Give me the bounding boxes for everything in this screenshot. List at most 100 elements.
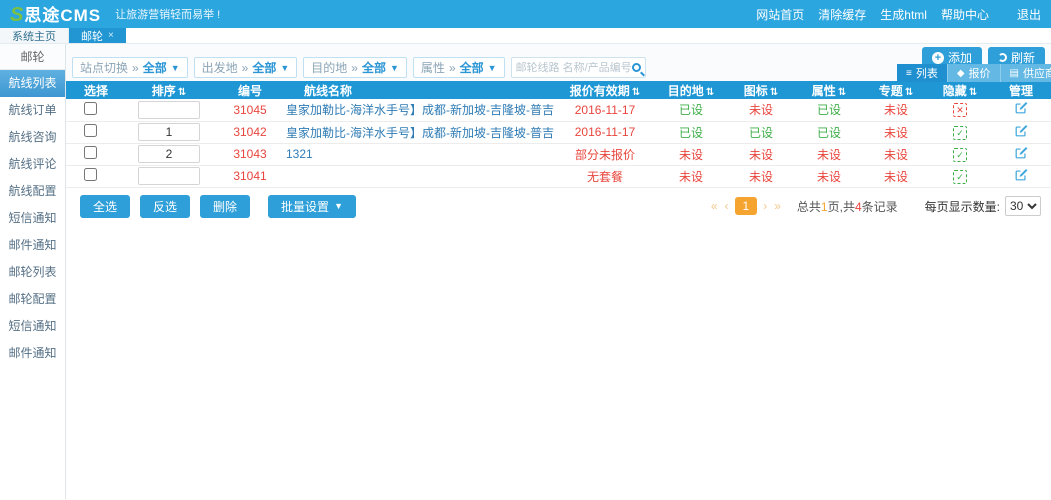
hidden-toggle[interactable]: ✕ [953, 103, 967, 117]
sidebar-item-route-config[interactable]: 航线配置 [0, 178, 65, 205]
sidebar-item-mail-notify[interactable]: 邮件通知 [0, 232, 65, 259]
sort-input[interactable] [138, 167, 200, 185]
sidebar-item-route-reviews[interactable]: 航线评论 [0, 151, 65, 178]
sort-icon[interactable]: ⇅ [770, 87, 778, 98]
sort-icon[interactable]: ⇅ [178, 87, 186, 98]
topic-flag: 未设 [863, 121, 929, 143]
link-generate-html[interactable]: 生成html [880, 6, 927, 23]
destination-flag: 已设 [655, 99, 727, 121]
sort-icon[interactable]: ⇅ [706, 87, 714, 98]
select-all-button[interactable]: 全选 [80, 195, 130, 218]
filter-attribute[interactable]: 属性 » 全部 ▼ [413, 57, 505, 78]
per-page-select[interactable]: 30 [1005, 196, 1041, 216]
hidden-toggle[interactable]: ✓ [953, 126, 967, 140]
icon-flag: 未设 [727, 143, 795, 165]
edit-icon[interactable] [1014, 101, 1028, 118]
edit-icon[interactable] [1014, 168, 1028, 185]
icon-flag: 已设 [727, 121, 795, 143]
quote-validity: 部分未报价 [555, 143, 655, 165]
route-table: 选择 排序⇅ 编号 航线名称 报价有效期⇅ 目的地⇅ 图标⇅ 属性⇅ 专题⇅ 隐… [66, 81, 1051, 188]
invert-selection-button[interactable]: 反选 [140, 195, 190, 218]
sidebar-item-route-orders[interactable]: 航线订单 [0, 97, 65, 124]
view-quote-button[interactable]: ◆ 报价 [947, 64, 1000, 82]
tab-cruise[interactable]: 邮轮 × [69, 28, 126, 43]
route-code: 31042 [214, 121, 286, 143]
sidebar-item-cruise-config[interactable]: 邮轮配置 [0, 286, 65, 313]
chevron-down-icon: ▼ [334, 201, 343, 211]
link-logout[interactable]: 退出 [1017, 6, 1041, 23]
col-attribute: 属性⇅ [795, 81, 863, 99]
tab-close-icon[interactable]: × [108, 30, 114, 41]
record-summary: 总共1页,共4条记录 [797, 198, 898, 215]
list-icon: ≡ [906, 68, 912, 79]
route-code: 31045 [214, 99, 286, 121]
sidebar-item-sms-notify-2[interactable]: 短信通知 [0, 313, 65, 340]
prev-page-icon[interactable]: ‹ [724, 199, 730, 213]
logo-text: 思途CMS [24, 1, 101, 26]
hidden-toggle[interactable]: ✓ [953, 148, 967, 162]
route-name-link[interactable]: 皇家加勒比-海洋水手号】成都-新加坡-吉隆坡-普吉岛-新加坡-成都 5晚6日游 [286, 126, 555, 140]
current-page[interactable]: 1 [735, 197, 758, 215]
hidden-toggle[interactable]: ✓ [953, 170, 967, 184]
row-checkbox[interactable] [84, 102, 97, 115]
row-checkbox[interactable] [84, 124, 97, 137]
search-icon[interactable] [632, 63, 641, 72]
sidebar-item-cruise-list[interactable]: 邮轮列表 [0, 259, 65, 286]
sort-input[interactable] [138, 123, 200, 141]
edit-icon[interactable] [1014, 146, 1028, 163]
topic-flag: 未设 [863, 143, 929, 165]
filter-departure[interactable]: 出发地 » 全部 ▼ [194, 57, 298, 78]
sort-icon[interactable]: ⇅ [838, 87, 846, 98]
sort-icon[interactable]: ⇅ [632, 87, 640, 98]
table-row: 31042 皇家加勒比-海洋水手号】成都-新加坡-吉隆坡-普吉岛-新加坡-成都 … [66, 121, 1051, 143]
icon-flag: 未设 [727, 99, 795, 121]
sort-input[interactable] [138, 145, 200, 163]
row-checkbox[interactable] [84, 168, 97, 181]
sidebar-item-route-list[interactable]: 航线列表 [0, 70, 65, 97]
filter-site[interactable]: 站点切换 » 全部 ▼ [72, 57, 188, 78]
route-name-link[interactable]: 1321 [286, 147, 313, 161]
filter-bar: 站点切换 » 全部 ▼ 出发地 » 全部 ▼ 目的地 » 全部 ▼ [72, 57, 646, 78]
link-site-home[interactable]: 网站首页 [756, 6, 804, 23]
destination-flag: 已设 [655, 121, 727, 143]
view-supplier-button[interactable]: ▤ 供应商 [1000, 64, 1051, 82]
filter-destination[interactable]: 目的地 » 全部 ▼ [303, 57, 407, 78]
delete-button[interactable]: 删除 [200, 195, 250, 218]
sort-input[interactable] [138, 101, 200, 119]
sort-icon[interactable]: ⇅ [905, 87, 913, 98]
main-content: 站点切换 » 全部 ▼ 出发地 » 全部 ▼ 目的地 » 全部 ▼ [66, 44, 1051, 499]
view-toggle: ≡ 列表 ◆ 报价 ▤ 供应商 [897, 64, 1051, 82]
chevron-down-icon: ▼ [390, 63, 399, 73]
sidebar-item-sms-notify[interactable]: 短信通知 [0, 205, 65, 232]
attribute-flag: 未设 [795, 143, 863, 165]
next-page-icon[interactable]: › [762, 199, 768, 213]
search-input[interactable] [516, 62, 632, 74]
app-logo[interactable]: S 思途CMS [10, 1, 101, 27]
route-name-link[interactable]: 皇家加勒比-海洋水手号】成都-新加坡-吉隆坡-普吉岛-新加坡-成都 5晚6日游 [286, 103, 555, 117]
link-clear-cache[interactable]: 清除缓存 [818, 6, 866, 23]
sort-icon[interactable]: ⇅ [969, 87, 977, 98]
edit-icon[interactable] [1014, 124, 1028, 141]
tagline: 让旅游营销轻而易举 ! [115, 6, 220, 22]
sidebar-item-route-inquiry[interactable]: 航线咨询 [0, 124, 65, 151]
sidebar: 邮轮 航线列表 航线订单 航线咨询 航线评论 航线配置 短信通知 邮件通知 邮轮… [0, 44, 66, 499]
refresh-icon [998, 53, 1007, 62]
view-list-button[interactable]: ≡ 列表 [897, 64, 947, 82]
row-checkbox[interactable] [84, 146, 97, 159]
destination-flag: 未设 [655, 143, 727, 165]
tab-system-home[interactable]: 系统主页 [0, 28, 69, 43]
table-row: 31043 1321 部分未报价 未设 未设 未设 未设 ✓ [66, 143, 1051, 165]
last-page-icon[interactable]: » [773, 199, 782, 213]
top-links: 网站首页 清除缓存 生成html 帮助中心 退出 [756, 6, 1041, 23]
col-manage: 管理 [991, 81, 1051, 99]
quote-validity: 2016-11-17 [555, 99, 655, 121]
quote-validity: 无套餐 [555, 165, 655, 187]
sidebar-item-mail-notify-2[interactable]: 邮件通知 [0, 340, 65, 367]
col-icon: 图标⇅ [727, 81, 795, 99]
tab-strip: 系统主页 邮轮 × [0, 28, 1051, 44]
first-page-icon[interactable]: « [710, 199, 719, 213]
batch-settings-button[interactable]: 批量设置 ▼ [268, 195, 356, 218]
bulk-actions: 全选 反选 删除 批量设置 ▼ [80, 195, 356, 218]
col-code: 编号 [214, 81, 286, 99]
link-help-center[interactable]: 帮助中心 [941, 6, 989, 23]
